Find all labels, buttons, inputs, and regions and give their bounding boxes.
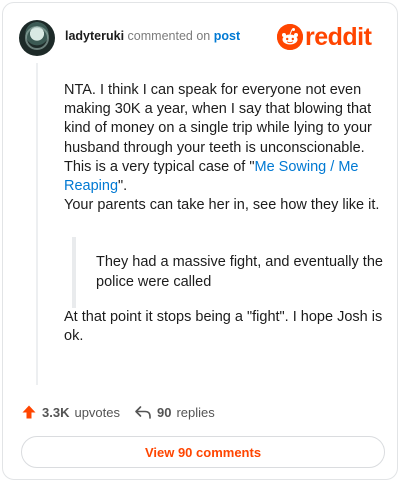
- reply-count: 90: [157, 404, 172, 420]
- upvote-arrow-icon: [22, 405, 36, 419]
- snoo-icon: [277, 24, 303, 50]
- post-link[interactable]: post: [214, 29, 240, 43]
- comment-card: ladyteruki commented on post reddit NTA.…: [2, 2, 398, 480]
- upvote-count: 3.3K: [42, 404, 70, 420]
- paragraph-text: ".: [118, 178, 128, 195]
- reddit-logo[interactable]: reddit: [277, 23, 385, 53]
- reddit-wordmark: reddit: [305, 23, 372, 51]
- username-link[interactable]: ladyteruki: [65, 29, 124, 43]
- comment-paragraph: NTA. I think I can speak for everyone no…: [64, 81, 386, 215]
- upvote-action[interactable]: 3.3K upvotes: [21, 401, 120, 423]
- comment-paragraph: At that point it stops being a "fight". …: [64, 308, 383, 345]
- blockquote: They had a massive fight, and eventually…: [72, 237, 386, 308]
- view-comments-button[interactable]: View 90 comments: [21, 436, 385, 468]
- paragraph-text: Your parents can take her in, see how th…: [64, 197, 380, 214]
- replies-action[interactable]: 90 replies: [134, 401, 215, 423]
- comment-header: ladyteruki commented on post reddit: [17, 15, 385, 56]
- quote-text: They had a massive fight, and eventually…: [96, 254, 383, 290]
- avatar[interactable]: [19, 20, 55, 56]
- comment-body: NTA. I think I can speak for everyone no…: [64, 81, 386, 346]
- reply-arrow-icon: [135, 406, 151, 419]
- thread-line[interactable]: [36, 63, 38, 385]
- upvote-label: upvotes: [74, 404, 121, 420]
- reply-label: replies: [176, 404, 215, 420]
- comment-actions: 3.3K upvotes 90 replies: [21, 401, 381, 423]
- comment-meta: ladyteruki commented on post: [65, 29, 240, 43]
- commented-on-text: commented on: [127, 29, 211, 43]
